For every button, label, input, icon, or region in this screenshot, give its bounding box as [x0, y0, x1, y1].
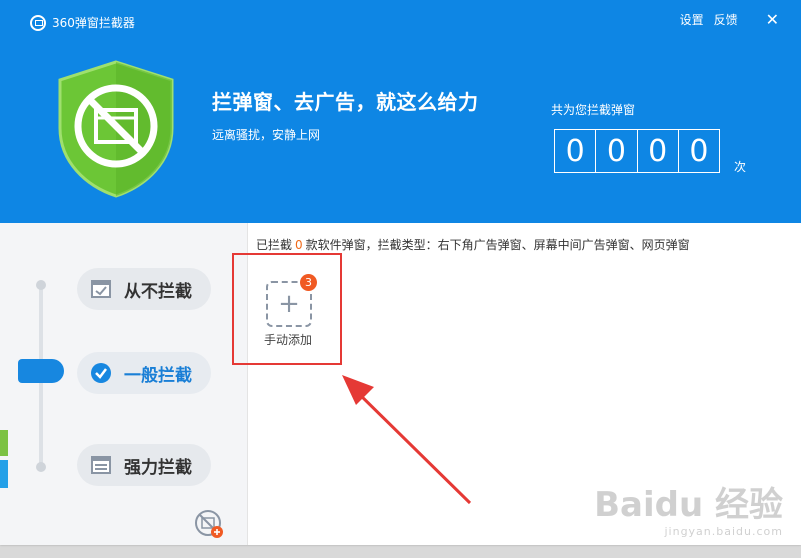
close-icon[interactable]: ✕	[766, 11, 779, 28]
watermark-sub: jingyan.baidu.com	[664, 525, 783, 538]
pointer-arrow-icon	[342, 375, 472, 505]
app-title: 360弹窗拦截器	[52, 16, 135, 30]
shield-icon	[58, 60, 174, 198]
watermark: Baidu 经验 jingyan.baidu.com	[594, 488, 783, 537]
add-block-rule-icon[interactable]	[194, 509, 224, 539]
block-counter: 0 0 0 0	[554, 129, 720, 173]
slider-stop-bottom[interactable]	[36, 462, 46, 472]
mode-normal-block[interactable]: 一般拦截	[77, 352, 211, 394]
settings-link[interactable]: 设置	[680, 11, 704, 28]
counter-unit: 次	[734, 160, 747, 174]
title-bar: 360弹窗拦截器	[30, 14, 135, 31]
check-square-icon	[91, 280, 111, 298]
counter-digit: 0	[555, 130, 597, 172]
counter-digit: 0	[638, 130, 679, 172]
header-banner: 360弹窗拦截器 设置 反馈 ✕ 拦弹窗、去广告，就这么给力 远离骚扰，安静上网…	[0, 0, 801, 223]
edge-strip-green	[0, 430, 8, 456]
slider-stop-top[interactable]	[36, 280, 46, 290]
counter-digit: 0	[596, 130, 638, 172]
mode-strong-block[interactable]: 强力拦截	[77, 444, 211, 486]
check-circle-icon	[91, 363, 111, 383]
counter-digit: 0	[689, 133, 709, 169]
mode-label: 强力拦截	[124, 457, 192, 478]
window-list-icon	[91, 456, 111, 474]
app-logo-icon	[30, 14, 46, 31]
mode-label: 从不拦截	[124, 281, 192, 302]
info-prefix: 已拦截	[256, 238, 293, 252]
info-count: 0	[295, 238, 303, 252]
slider-handle[interactable]	[18, 359, 64, 383]
highlight-box	[232, 253, 342, 365]
feedback-link[interactable]: 反馈	[714, 11, 738, 28]
hero-headline: 拦弹窗、去广告，就这么给力	[212, 90, 479, 114]
block-info: 已拦截 0 款软件弹窗，拦截类型：右下角广告弹窗、屏幕中间广告弹窗、网页弹窗	[256, 236, 690, 253]
mode-never-block[interactable]: 从不拦截	[77, 268, 211, 310]
app-window: 360弹窗拦截器 设置 反馈 ✕ 拦弹窗、去广告，就这么给力 远离骚扰，安静上网…	[0, 0, 801, 545]
watermark-main: Baidu 经验	[594, 485, 783, 525]
hero-subline: 远离骚扰，安静上网	[212, 128, 321, 142]
mode-panel: 从不拦截 一般拦截 强力拦截	[0, 223, 248, 545]
top-nav: 设置 反馈 ✕	[680, 11, 779, 28]
info-suffix: 款软件弹窗，拦截类型：右下角广告弹窗、屏幕中间广告弹窗、网页弹窗	[305, 238, 690, 252]
mode-label: 一般拦截	[124, 365, 192, 386]
edge-strip-blue	[0, 460, 8, 488]
counter-label: 共为您拦截弹窗	[551, 103, 636, 117]
